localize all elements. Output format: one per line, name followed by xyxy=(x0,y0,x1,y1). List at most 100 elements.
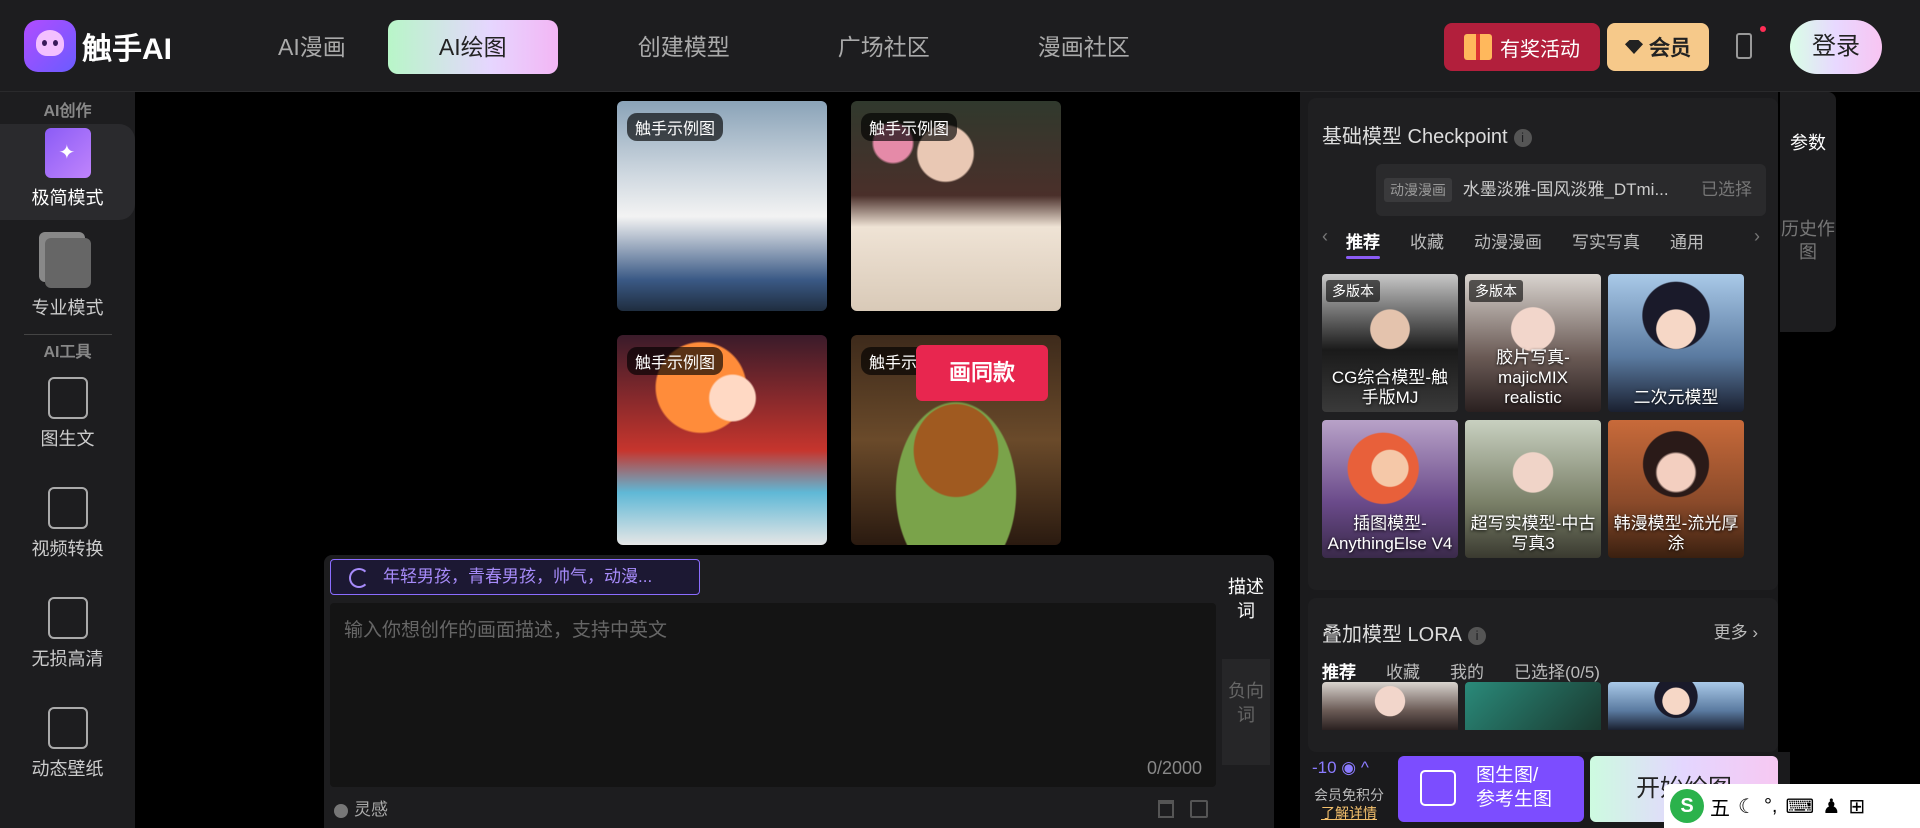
chevron-right-icon[interactable]: › xyxy=(1754,226,1760,247)
checkpoint-section: 基础模型 Checkpoint i 动漫漫画 水墨淡雅-国风淡雅_DTmi... … xyxy=(1308,98,1778,590)
sidebar-item-image-to-text[interactable]: 图生文 xyxy=(0,365,135,475)
tab-general[interactable]: 通用 xyxy=(1670,228,1704,253)
draw-same-button[interactable]: 画同款 xyxy=(916,345,1048,401)
multi-version-badge: 多版本 xyxy=(1326,280,1380,302)
prompt-suggestion[interactable]: 年轻男孩，青春男孩，帅气，动漫... xyxy=(330,559,700,595)
more-label: 更多 xyxy=(1713,623,1748,642)
image-reference-icon xyxy=(1420,770,1456,806)
sidebar-item-live-wallpaper[interactable]: 动态壁纸 xyxy=(0,695,135,805)
diamond-icon xyxy=(1625,40,1643,54)
info-icon[interactable]: i xyxy=(1513,129,1532,147)
refresh-icon xyxy=(349,568,369,588)
nav-square-community[interactable]: 广场社区 xyxy=(790,20,978,74)
model-card[interactable]: 超写实模型-中古写真3 xyxy=(1465,420,1601,558)
model-card[interactable]: 多版本 胶片写真-majicMIX realistic xyxy=(1465,274,1601,412)
tab-negative[interactable]: 负向词 xyxy=(1222,659,1270,765)
user-icon[interactable]: ♟ xyxy=(1822,794,1840,819)
example-image-boy[interactable]: 触手示例图 xyxy=(617,101,827,311)
sidebar-divider xyxy=(23,334,112,335)
nav-ai-drawing[interactable]: AI绘图 xyxy=(387,20,558,74)
tab-history[interactable]: 历史作图 xyxy=(1780,210,1836,264)
lora-tabs: 推荐 收藏 我的 已选择(0/5) xyxy=(1322,658,1630,689)
suggestion-text: 年轻男孩，青春男孩，帅气，动漫... xyxy=(383,567,653,586)
img2img-button[interactable]: 图生图/ 参考生图 xyxy=(1398,756,1584,822)
tab-favorites[interactable]: 收藏 xyxy=(1410,228,1444,253)
tab-anime[interactable]: 动漫漫画 xyxy=(1474,228,1542,253)
wallpaper-icon xyxy=(47,707,88,749)
promo-button[interactable]: 有奖活动 xyxy=(1444,23,1600,71)
nav-comic-community[interactable]: 漫画社区 xyxy=(990,20,1178,74)
sidebar-item-upscale[interactable]: 无损高清 xyxy=(0,585,135,695)
lora-section: 叠加模型 LORA i 更多 › 推荐 收藏 我的 已选择(0/5) xyxy=(1308,598,1778,752)
login-button[interactable]: 登录 xyxy=(1790,20,1882,74)
ime-toolbar: S 五 ☾ °, ⌨ ♟ ⊞ xyxy=(1664,784,1920,828)
lora-tab-recommend[interactable]: 推荐 xyxy=(1322,658,1356,689)
checkpoint-tabs: 推荐 收藏 动漫漫画 写实写真 通用 xyxy=(1346,228,1734,259)
example-image-girl[interactable]: 触手示例图 xyxy=(851,101,1061,311)
promo-label: 有奖活动 xyxy=(1500,38,1580,61)
model-name: 水墨淡雅-国风淡雅_DTmi... xyxy=(1462,180,1669,199)
info-icon[interactable]: i xyxy=(1468,627,1487,645)
chevron-left-icon[interactable]: ‹ xyxy=(1322,226,1328,247)
credit-cost[interactable]: -10 ◉ ^ xyxy=(1312,758,1369,778)
sidebar-item-label: 专业模式 xyxy=(31,298,104,318)
trash-icon[interactable] xyxy=(1158,800,1174,818)
learn-more-link[interactable]: 了解详情 xyxy=(1321,805,1377,821)
sidebar-item-label: 动态壁纸 xyxy=(31,759,104,779)
magic-wand-icon xyxy=(44,128,91,178)
tab-params[interactable]: 参数 xyxy=(1780,92,1836,210)
gift-icon xyxy=(1464,34,1492,60)
lora-card[interactable] xyxy=(1465,682,1601,730)
lora-more-link[interactable]: 更多 › xyxy=(1714,618,1758,643)
video-icon xyxy=(47,487,88,529)
model-card[interactable]: 插图模型-AnythingElse V4 xyxy=(1322,420,1458,558)
selected-model[interactable]: 动漫漫画 水墨淡雅-国风淡雅_DTmi... 已选择 xyxy=(1376,164,1766,216)
vip-button[interactable]: 会员 xyxy=(1607,23,1709,71)
sidebar-section-ai-tools: AI工具 xyxy=(43,344,92,361)
keyboard-icon[interactable]: ⌨ xyxy=(1786,794,1815,819)
checkpoint-title: 基础模型 Checkpoint i xyxy=(1322,120,1532,149)
top-navbar: 触手AI AI漫画 AI绘图 创建模型 广场社区 漫画社区 有奖活动 会员 登录 xyxy=(0,0,1920,92)
ime-mode[interactable]: 五 xyxy=(1710,792,1730,821)
char-counter: 0/2000 xyxy=(1146,758,1202,778)
prompt-input[interactable]: 输入你想创作的画面描述，支持中英文 0/2000 xyxy=(330,603,1216,787)
sogou-logo-icon[interactable]: S xyxy=(1670,789,1704,823)
sidebar-item-pro-mode[interactable]: 专业模式 xyxy=(0,220,135,330)
inspiration-button[interactable]: 灵感 xyxy=(334,792,388,828)
mobile-icon[interactable] xyxy=(1736,33,1752,59)
grid-icon[interactable]: ⊞ xyxy=(1848,794,1865,819)
lora-tab-favorites[interactable]: 收藏 xyxy=(1386,658,1420,683)
model-label: 韩漫模型-流光厚涂 xyxy=(1613,514,1739,553)
tab-description[interactable]: 描述词 xyxy=(1222,563,1270,663)
multi-version-badge: 多版本 xyxy=(1469,280,1523,302)
punctuation-icon[interactable]: °, xyxy=(1764,795,1778,818)
lora-tab-selected[interactable]: 已选择(0/5) xyxy=(1514,658,1600,683)
prompt-panel: 年轻男孩，青春男孩，帅气，动漫... 输入你想创作的画面描述，支持中英文 0/2… xyxy=(324,555,1274,828)
sidebar-item-label: 无损高清 xyxy=(31,649,104,669)
pro-mode-icon xyxy=(44,238,91,288)
tab-recommend[interactable]: 推荐 xyxy=(1346,228,1380,259)
tab-realistic[interactable]: 写实写真 xyxy=(1572,228,1640,253)
lora-tab-mine[interactable]: 我的 xyxy=(1450,658,1484,683)
save-icon[interactable] xyxy=(1190,800,1208,818)
model-category-tag: 动漫漫画 xyxy=(1384,178,1452,202)
nav-create-model[interactable]: 创建模型 xyxy=(590,20,778,74)
logo[interactable]: 触手AI xyxy=(24,20,172,72)
sidebar-item-video-convert[interactable]: 视频转换 xyxy=(0,475,135,585)
sidebar-item-label: 图生文 xyxy=(40,429,95,449)
sidebar-item-simple-mode[interactable]: 极简模式 xyxy=(0,124,135,220)
model-selected-state: 已选择 xyxy=(1701,180,1752,199)
member-free-text: 会员免积分 xyxy=(1314,787,1384,803)
notification-dot xyxy=(1760,26,1766,32)
example-image-anime[interactable]: 触手示例图 xyxy=(617,335,827,545)
member-note: 会员免积分 了解详情 xyxy=(1308,786,1390,822)
prompt-placeholder: 输入你想创作的画面描述，支持中英文 xyxy=(344,620,668,641)
model-card[interactable]: 韩漫模型-流光厚涂 xyxy=(1608,420,1744,558)
lora-card[interactable] xyxy=(1608,682,1744,730)
model-card[interactable]: 多版本 CG综合模型-触手版MJ xyxy=(1322,274,1458,412)
lora-card[interactable] xyxy=(1322,682,1458,730)
nav-ai-comic[interactable]: AI漫画 xyxy=(230,20,394,74)
model-card[interactable]: 二次元模型 xyxy=(1608,274,1744,412)
brand-mascot-icon xyxy=(24,20,76,72)
moon-icon[interactable]: ☾ xyxy=(1738,794,1756,819)
